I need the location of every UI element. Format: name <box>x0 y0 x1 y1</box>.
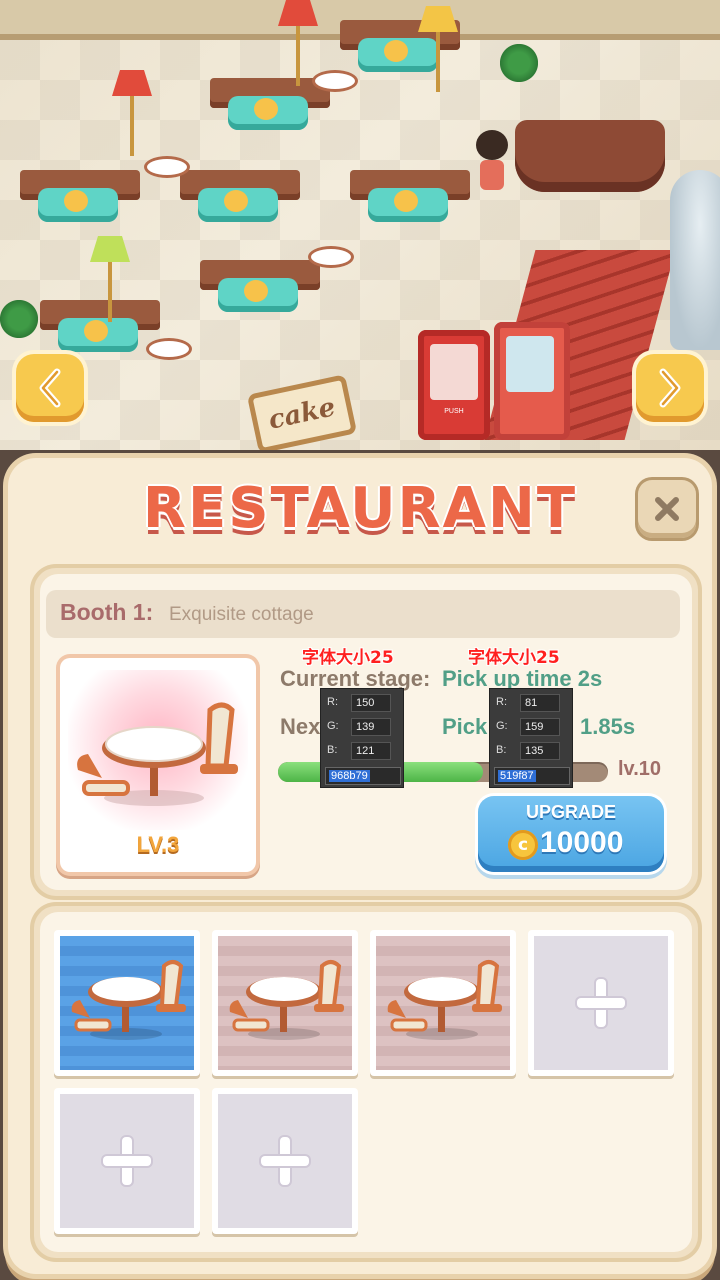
plus-icon <box>261 1137 309 1185</box>
table-icon <box>308 246 354 268</box>
booth-slot[interactable] <box>54 930 200 1076</box>
booth-slots-grid <box>40 912 692 1252</box>
vending-machine[interactable]: PUSH <box>418 330 490 440</box>
statue-icon <box>670 170 720 350</box>
booth-furniture[interactable] <box>350 170 470 240</box>
plus-icon <box>103 1137 151 1185</box>
restaurant-scene: PUSH cake <box>0 0 720 450</box>
upgrade-button[interactable]: UPGRADE c 10000 <box>478 796 664 872</box>
color-picker-annotation-1: R: 150 G: 139 B: 121 968b79 <box>320 688 404 788</box>
chevron-right-icon <box>659 368 681 408</box>
next-stage-time: 1.85s <box>580 714 636 739</box>
restaurant-panel: RESTAURANT Booth 1: Exquisite cottage LV… <box>8 458 712 1274</box>
chevron-left-icon <box>39 368 61 408</box>
lamp-icon <box>418 6 458 96</box>
picker-r-value: 150 <box>351 694 391 712</box>
previous-arrow-button[interactable] <box>16 354 84 422</box>
vending-push-label: PUSH <box>444 408 464 415</box>
table-icon <box>146 338 192 360</box>
max-level-label: lv.10 <box>618 758 661 780</box>
close-icon <box>655 497 679 521</box>
next-stage-value: Pick <box>442 714 488 739</box>
coin-icon: c <box>508 830 538 860</box>
booth-header: Booth 1: Exquisite cottage <box>46 590 680 638</box>
booth-preview: LV.3 <box>60 658 256 872</box>
annotation-note-2: 字体大小25 <box>468 648 560 668</box>
picker-b-value: 121 <box>351 742 391 760</box>
booth-slot[interactable] <box>212 930 358 1076</box>
plant-icon <box>500 44 538 82</box>
empty-slot[interactable] <box>212 1088 358 1234</box>
table-chairs-icon <box>71 960 186 1040</box>
picker-hex-value: 519f87 <box>498 770 536 782</box>
table-chairs-icon <box>387 960 502 1040</box>
panel-title: RESTAURANT <box>142 476 578 541</box>
lamp-icon <box>90 236 130 326</box>
table-chairs-icon <box>229 960 344 1040</box>
next-stage-label: Nex <box>280 714 321 739</box>
picker-r-value: 81 <box>520 694 560 712</box>
picker-g-value: 159 <box>520 718 560 736</box>
empty-slot[interactable] <box>528 930 674 1076</box>
plant-icon <box>0 300 38 338</box>
booth-furniture[interactable] <box>20 170 140 240</box>
reception-counter[interactable] <box>515 120 665 192</box>
upgrade-label: UPGRADE <box>525 802 616 822</box>
close-button[interactable] <box>638 480 696 538</box>
booth-name: Exquisite cottage <box>169 604 314 625</box>
picker-hex-value: 968b79 <box>329 770 370 782</box>
lamp-icon <box>278 0 318 90</box>
booth-furniture[interactable] <box>200 260 320 330</box>
color-picker-annotation-2: R: 81 G: 159 B: 135 519f87 <box>489 688 573 788</box>
annotation-note-1: 字体大小25 <box>302 648 394 668</box>
booth-slot[interactable] <box>370 930 516 1076</box>
empty-slot[interactable] <box>54 1088 200 1234</box>
booth-level: LV.3 <box>136 832 180 857</box>
booth-number: Booth 1: <box>60 599 154 625</box>
next-arrow-button[interactable] <box>636 354 704 422</box>
booth-furniture[interactable] <box>180 170 300 240</box>
lamp-icon <box>112 70 152 160</box>
plus-icon <box>577 979 625 1027</box>
vending-machine[interactable] <box>494 322 570 440</box>
chef-character[interactable] <box>474 130 510 204</box>
picker-b-value: 135 <box>520 742 560 760</box>
table-icon <box>312 70 358 92</box>
booth-slots-card <box>34 906 698 1258</box>
coin-symbol: c <box>517 835 529 855</box>
picker-g-value: 139 <box>351 718 391 736</box>
table-chairs-icon <box>77 702 238 806</box>
upgrade-cost: 10000 <box>540 826 624 859</box>
